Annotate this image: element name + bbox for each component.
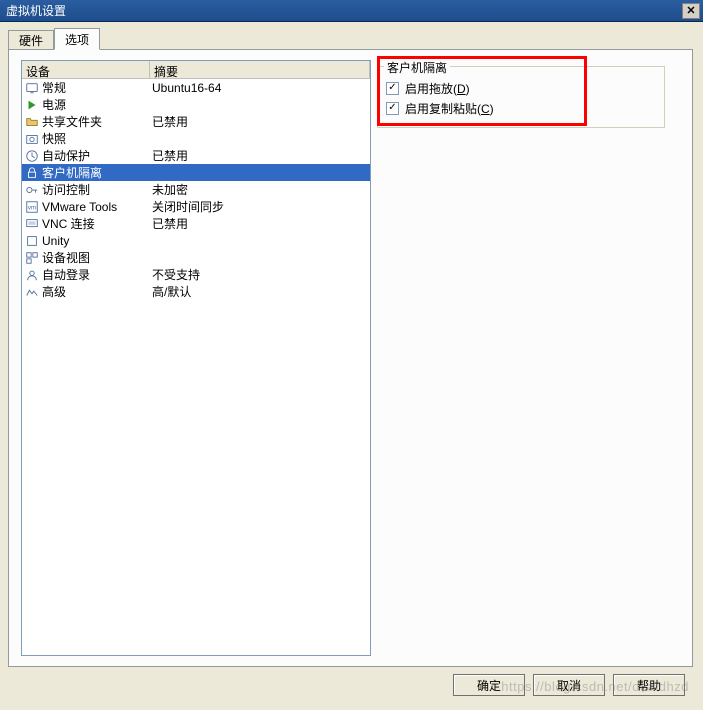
settings-list[interactable]: 设备 摘要 常规Ubuntu16-64电源共享文件夹已禁用快照自动保护已禁用客户… (21, 60, 371, 656)
checkbox-enable-drag-drop[interactable]: ✓ (386, 82, 399, 95)
list-item-summary: 不受支持 (152, 266, 370, 283)
list-item-device: 电源 (42, 96, 152, 113)
titlebar: 虚拟机设置 ✕ (0, 0, 703, 22)
list-header: 设备 摘要 (22, 61, 370, 79)
tab-options[interactable]: 选项 (54, 28, 100, 50)
folder-icon (24, 114, 40, 130)
tab-hardware[interactable]: 硬件 (8, 30, 54, 50)
list-item[interactable]: 设备视图 (22, 249, 370, 266)
vnc-icon (24, 216, 40, 232)
advanced-icon (24, 284, 40, 300)
close-button[interactable]: ✕ (682, 3, 700, 19)
list-item-summary: 已禁用 (152, 215, 370, 232)
checkbox-enable-copy-paste-row[interactable]: ✓ 启用复制粘贴(C) (386, 99, 656, 117)
checkbox-enable-copy-paste-label: 启用复制粘贴(C) (405, 100, 494, 117)
login-icon (24, 267, 40, 283)
list-item[interactable]: Unity (22, 232, 370, 249)
list-item-device: 访问控制 (42, 181, 152, 198)
group-title: 客户机隔离 (384, 59, 450, 76)
col-device[interactable]: 设备 (22, 61, 150, 78)
lock-icon (24, 165, 40, 181)
list-item-summary: 已禁用 (152, 113, 370, 130)
list-item[interactable]: 自动保护已禁用 (22, 147, 370, 164)
list-item-device: 客户机隔离 (42, 164, 152, 181)
device-icon (24, 250, 40, 266)
tab-strip: 硬件 选项 (8, 28, 695, 50)
list-item-summary: 已禁用 (152, 147, 370, 164)
tools-icon: vm (24, 199, 40, 215)
list-item-device: 设备视图 (42, 249, 152, 266)
ok-button[interactable]: 确定 (453, 674, 525, 696)
list-item[interactable]: VNC 连接已禁用 (22, 215, 370, 232)
list-item-device: 常规 (42, 79, 152, 96)
list-item[interactable]: 自动登录不受支持 (22, 266, 370, 283)
checkbox-enable-drag-drop-label: 启用拖放(D) (405, 80, 470, 97)
checkbox-enable-drag-drop-row[interactable]: ✓ 启用拖放(D) (386, 79, 656, 97)
list-item-device: 共享文件夹 (42, 113, 152, 130)
power-icon (24, 97, 40, 113)
help-button[interactable]: 帮助 (613, 674, 685, 696)
list-item-device: 自动登录 (42, 266, 152, 283)
col-summary[interactable]: 摘要 (150, 61, 370, 78)
detail-pane: 客户机隔离 ✓ 启用拖放(D) ✓ 启用复制粘贴(C) (377, 60, 680, 656)
list-item-device: Unity (42, 234, 152, 248)
groupbox-guest-isolation: 客户机隔离 ✓ 启用拖放(D) ✓ 启用复制粘贴(C) (377, 66, 665, 128)
clock-icon (24, 148, 40, 164)
list-item-summary: 未加密 (152, 181, 370, 198)
list-item-summary: 关闭时间同步 (152, 198, 370, 215)
key-icon (24, 182, 40, 198)
list-item[interactable]: 常规Ubuntu16-64 (22, 79, 370, 96)
list-item[interactable]: vm VMware Tools关闭时间同步 (22, 198, 370, 215)
tab-content: 设备 摘要 常规Ubuntu16-64电源共享文件夹已禁用快照自动保护已禁用客户… (8, 49, 693, 667)
button-row: 确定 取消 帮助 (453, 674, 685, 696)
dialog-body: 硬件 选项 设备 摘要 常规Ubuntu16-64电源共享文件夹已禁用快照自动保… (0, 22, 703, 675)
list-item[interactable]: 客户机隔离 (22, 164, 370, 181)
cancel-button[interactable]: 取消 (533, 674, 605, 696)
snapshot-icon (24, 131, 40, 147)
list-item[interactable]: 快照 (22, 130, 370, 147)
list-item-device: VMware Tools (42, 200, 152, 214)
window-title: 虚拟机设置 (6, 2, 66, 19)
list-item-device: 快照 (42, 130, 152, 147)
unity-icon (24, 233, 40, 249)
general-icon (24, 80, 40, 96)
list-item[interactable]: 访问控制未加密 (22, 181, 370, 198)
list-item-summary: Ubuntu16-64 (152, 81, 370, 95)
list-item[interactable]: 电源 (22, 96, 370, 113)
svg-text:vm: vm (28, 204, 36, 211)
list-item-device: 自动保护 (42, 147, 152, 164)
list-item[interactable]: 共享文件夹已禁用 (22, 113, 370, 130)
list-item-device: 高级 (42, 283, 152, 300)
checkbox-enable-copy-paste[interactable]: ✓ (386, 102, 399, 115)
list-item[interactable]: 高级高/默认 (22, 283, 370, 300)
list-item-device: VNC 连接 (42, 215, 152, 232)
list-item-summary: 高/默认 (152, 283, 370, 300)
